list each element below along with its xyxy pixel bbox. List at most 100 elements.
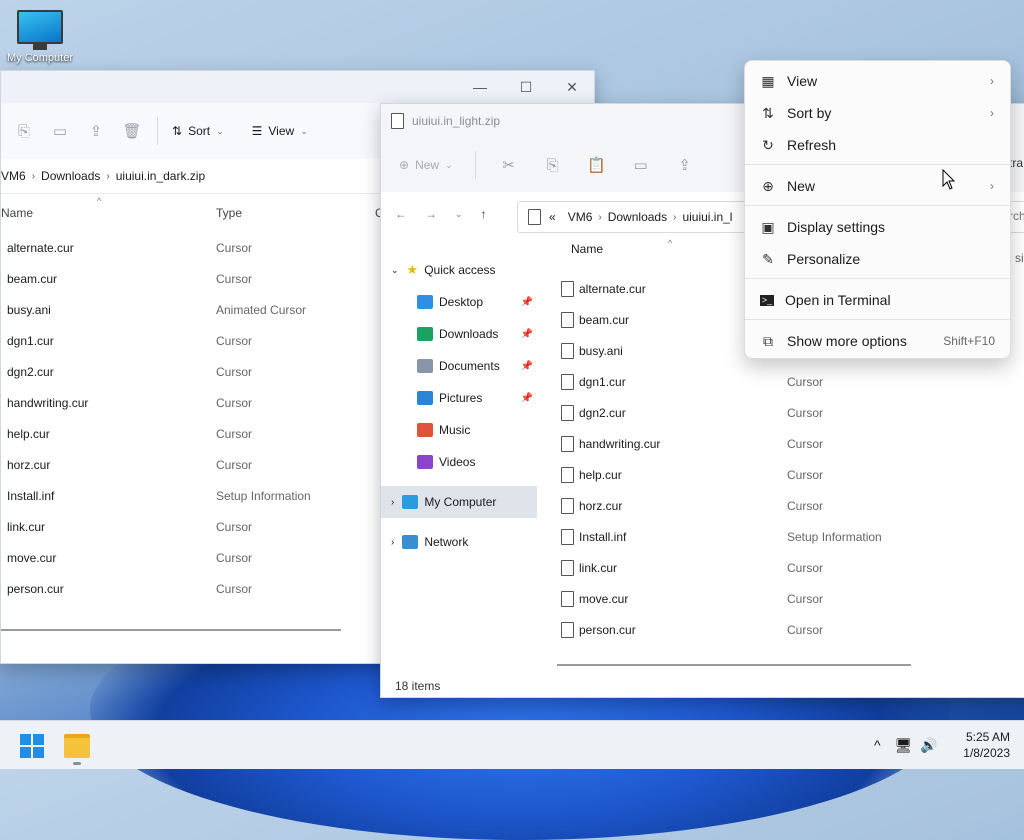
nav-item-music[interactable]: Music [381,414,537,446]
cut-icon[interactable]: ✂ [498,154,520,176]
network-icon [402,535,419,549]
chevron-up-icon[interactable]: ^ [874,737,881,753]
file-type: Cursor [787,560,824,575]
breadcrumb-downloads[interactable]: Downloads [602,210,673,224]
menu-item-view[interactable]: ▦ View › [745,65,1010,97]
file-name: link.cur [7,519,46,534]
network-icon[interactable]: 🖥 [895,737,913,754]
menu-item-new[interactable]: ⊕ New › [745,170,1010,202]
file-explorer-icon[interactable] [64,734,90,758]
breadcrumb-vm6[interactable]: VM6 [1,169,32,183]
column-name[interactable]: Name [1,206,33,220]
table-row[interactable]: handwriting.cur Cursor [557,428,1017,459]
delete-icon[interactable]: 🗑 [121,120,143,142]
breadcrumb-downloads[interactable]: Downloads [35,169,106,183]
sort-icon: ⇅ [172,124,183,138]
view-button[interactable]: ☰ View ⌄ [252,124,308,138]
nav-my-computer[interactable]: › My Computer [381,486,537,518]
minimize-button[interactable]: — [457,71,503,103]
column-header-name[interactable]: Name [571,242,603,256]
menu-item-refresh[interactable]: ↻ Refresh [745,129,1010,161]
maximize-button[interactable]: ☐ [503,71,549,103]
file-name: beam.cur [579,312,630,327]
file-name: busy.ani [579,343,623,358]
menu-item-open-terminal[interactable]: >_ Open in Terminal [745,284,1010,316]
nav-network[interactable]: › Network [381,526,537,558]
recent-dropdown-icon[interactable]: ⌄ [455,209,463,220]
table-row[interactable]: Install.inf Setup Information [557,521,1017,552]
star-icon: ★ [406,262,419,277]
menu-item-sort-by[interactable]: ⇅ Sort by › [745,97,1010,129]
nav-item-pictures[interactable]: Pictures 📌 [381,382,537,414]
view-icon: ☰ [251,124,263,138]
file-icon [561,529,574,545]
nav-item-documents[interactable]: Documents 📌 [381,350,537,382]
copy-icon[interactable]: ⎘ [542,154,564,176]
share-icon[interactable]: ⇪ [85,120,107,142]
table-row[interactable]: person.cur Cursor [557,614,1017,645]
nav-quick-access[interactable]: ⌄ ★ Quick access [381,254,537,286]
breadcrumb-zip[interactable]: uiuiui.in_l [676,210,738,224]
sort-label: Sort [188,124,211,138]
chevron-down-icon: ⌄ [391,264,399,275]
back-arrow-icon[interactable]: ← [395,207,407,221]
paste-icon[interactable]: 📋 [586,154,608,176]
table-row[interactable]: help.cur Cursor [557,459,1017,490]
share-icon[interactable]: ⇪ [674,154,696,176]
view-label: View [268,124,295,138]
nav-item-downloads[interactable]: Downloads 📌 [381,318,537,350]
volume-icon[interactable]: 🔊 [920,737,937,754]
nav-label: Desktop [439,295,484,309]
chevron-down-icon: ⌄ [445,159,453,170]
status-bar-count: 18 items [395,679,441,693]
file-type: Setup Information [216,488,311,503]
videos-folder-icon [417,455,433,469]
pin-icon: 📌 [520,296,533,308]
table-row[interactable]: horz.cur Cursor [557,490,1017,521]
documents-folder-icon [417,359,433,373]
up-arrow-icon[interactable]: ↑ [481,207,487,221]
table-row[interactable]: dgn2.cur Cursor [557,397,1017,428]
breadcrumb-zip[interactable]: uiuiui.in_dark.zip [110,169,211,183]
menu-label: Refresh [787,137,837,153]
chevron-right-icon: › [990,74,994,88]
horizontal-scrollbar[interactable] [1,629,341,631]
file-icon [561,622,574,638]
file-type: Cursor [787,467,824,482]
menu-item-display-settings[interactable]: ▣ Display settings [745,211,1010,243]
copy-icon[interactable]: ⎘ [13,120,35,142]
pin-icon: 📌 [520,392,533,404]
table-row[interactable]: dgn1.cur Cursor [557,366,1017,397]
forward-arrow-icon[interactable]: → [425,207,437,221]
clock[interactable]: 5:25 AM 1/8/2023 [958,729,1010,761]
file-type: Cursor [216,581,253,596]
file-name: beam.cur [7,271,58,286]
rename-icon[interactable]: ▭ [49,120,71,142]
menu-label: New [787,178,816,194]
file-icon [561,281,574,297]
menu-item-show-more-options[interactable]: ⧉ Show more options Shift+F10 [745,325,1010,357]
file-name: horz.cur [7,457,51,472]
horizontal-scrollbar[interactable] [557,664,911,666]
toolbar-separator [474,151,476,179]
breadcrumb-vm6[interactable]: VM6 [562,210,599,224]
rename-icon[interactable]: ▭ [630,154,652,176]
table-row[interactable]: link.cur Cursor [557,552,1017,583]
file-icon [561,405,574,421]
close-button[interactable]: ✕ [549,71,594,103]
chevron-right-icon: › [990,106,994,120]
new-button[interactable]: ⊕ New ⌄ [399,158,453,172]
nav-item-videos[interactable]: Videos [381,446,537,478]
table-row[interactable]: move.cur Cursor [557,583,1017,614]
column-type[interactable]: Type [216,206,242,220]
nav-item-desktop[interactable]: Desktop 📌 [381,286,537,318]
sort-button[interactable]: ⇅ Sort ⌄ [172,124,224,138]
windows-start-icon[interactable] [20,734,44,758]
pin-icon: 📌 [520,360,533,372]
menu-item-personalize[interactable]: ✎ Personalize [745,243,1010,275]
file-name: dgn1.cur [7,333,54,348]
menu-label: Sort by [787,105,832,121]
file-type: Cursor [787,405,824,420]
overflow-breadcrumb[interactable]: « [549,210,556,224]
desktop-icon-my-computer[interactable]: My Computer [2,10,78,64]
